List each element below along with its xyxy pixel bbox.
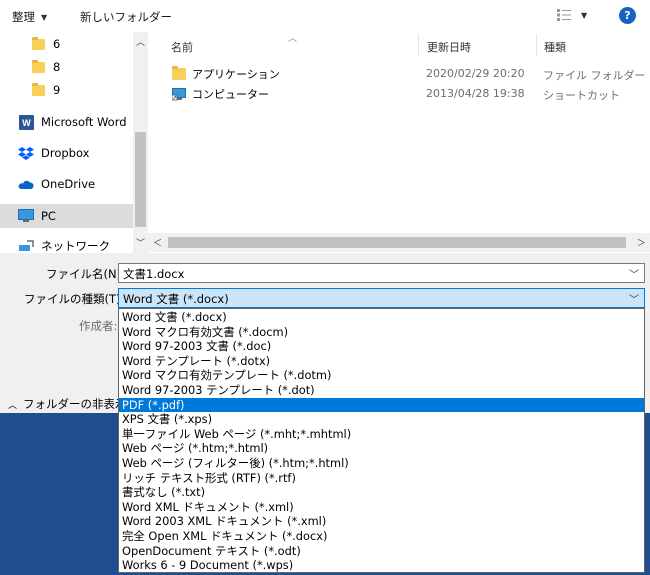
filetype-dropdown-list[interactable]: Word 文書 (*.docx) Word マクロ有効文書 (*.docm) Wor…: [118, 308, 645, 573]
scroll-down-icon[interactable]: ﹀: [136, 236, 145, 249]
hide-folders-label: フォルダーの非表示: [23, 397, 127, 411]
file-row-applications[interactable]: アプリケーション 2020/02/29 20:20 ファイル フォルダー: [148, 62, 650, 82]
filetype-option[interactable]: 完全 Open XML ドキュメント (*.docx): [119, 529, 644, 544]
column-header-name[interactable]: 名前: [171, 39, 193, 55]
file-name: アプリケーション: [192, 68, 280, 81]
filetype-option[interactable]: Word XML ドキュメント (*.xml): [119, 500, 644, 515]
filetype-option[interactable]: OpenDocument テキスト (*.odt): [119, 544, 644, 559]
nav-item-6[interactable]: 6: [0, 32, 133, 56]
nav-item-label: OneDrive: [41, 177, 96, 191]
filename-value: 文書1.docx: [123, 267, 185, 281]
folder-icon: [30, 59, 46, 75]
help-button[interactable]: ?: [619, 7, 636, 24]
cloud-icon: [18, 176, 34, 192]
author-label: 作成者:: [79, 319, 118, 333]
file-date: 2020/02/29 20:20: [426, 67, 525, 80]
chevron-down-icon[interactable]: ﹀: [629, 291, 639, 306]
folder-icon: [30, 82, 46, 98]
shortcut-icon: [172, 87, 186, 101]
filetype-option[interactable]: Word 97-2003 テンプレート (*.dot): [119, 383, 644, 398]
column-header-type[interactable]: 種類: [544, 39, 566, 55]
file-name-cell: アプリケーション: [172, 66, 280, 82]
scroll-up-icon[interactable]: ︿: [136, 35, 145, 48]
help-label: ?: [624, 9, 631, 22]
nav-item-microsoft-word[interactable]: W Microsoft Word: [0, 110, 133, 134]
filetype-option[interactable]: Web ページ (*.htm;*.html): [119, 441, 644, 456]
column-header-date[interactable]: 更新日時: [427, 39, 471, 55]
chevron-up-icon: ︿: [8, 400, 18, 411]
nav-item-9[interactable]: 9: [0, 78, 133, 102]
caret-down-icon: ▼: [581, 10, 588, 20]
nav-item-onedrive[interactable]: OneDrive: [0, 172, 133, 196]
nav-item-8[interactable]: 8: [0, 55, 133, 79]
column-divider[interactable]: [536, 34, 537, 56]
pc-icon: [18, 208, 34, 224]
file-name: コンピューター: [192, 88, 269, 101]
filetype-option[interactable]: XPS 文書 (*.xps): [119, 412, 644, 427]
horizontal-scrollbar[interactable]: ＜ ＞: [148, 233, 650, 252]
nav-item-label: 8: [53, 60, 61, 74]
filetype-option[interactable]: 書式なし (*.txt): [119, 485, 644, 500]
nav-item-label: PC: [41, 209, 56, 223]
file-date: 2013/04/28 19:38: [426, 87, 525, 100]
filetype-option[interactable]: Web ページ (フィルター後) (*.htm;*.html): [119, 456, 644, 471]
file-type: ファイル フォルダー: [543, 69, 646, 82]
network-icon: [18, 238, 34, 253]
nav-item-label: ネットワーク: [41, 239, 110, 253]
chevron-down-icon[interactable]: ﹀: [629, 266, 639, 281]
nav-item-dropbox[interactable]: Dropbox: [0, 141, 133, 165]
filetype-option[interactable]: Word テンプレート (*.dotx): [119, 354, 644, 369]
nav-item-network[interactable]: ネットワーク: [0, 234, 133, 253]
file-list[interactable]: 名前 ︿ 更新日時 種類 アプリケーション 2020/02/29 20:20 フ…: [148, 32, 650, 253]
navigation-pane[interactable]: 6 8 9 W Microsoft Word Dropbox OneDrive …: [0, 32, 148, 253]
filetype-option[interactable]: 単一ファイル Web ページ (*.mht;*.mhtml): [119, 427, 644, 442]
filetype-option[interactable]: PDF (*.pdf): [119, 397, 644, 413]
details-view-icon: [557, 9, 571, 21]
filetype-option[interactable]: Word 97-2003 文書 (*.doc): [119, 339, 644, 354]
folder-icon: [172, 66, 186, 80]
nav-item-label: Microsoft Word: [41, 115, 127, 129]
column-divider[interactable]: [418, 34, 419, 56]
horizontal-scroll-thumb[interactable]: [168, 237, 626, 248]
nav-scroll-thumb[interactable]: [135, 132, 146, 227]
filetype-label: ファイルの種類(T):: [24, 292, 125, 306]
nav-item-label: Dropbox: [41, 146, 90, 160]
filetype-value: Word 文書 (*.docx): [123, 292, 229, 306]
filetype-option[interactable]: Word マクロ有効テンプレート (*.dotm): [119, 368, 644, 383]
file-name-cell: コンピューター: [172, 86, 269, 102]
nav-item-label: 9: [53, 83, 61, 97]
organize-button[interactable]: 整理 ▼: [12, 9, 47, 25]
file-type: ショートカット: [543, 89, 620, 102]
svg-text:W: W: [22, 118, 31, 128]
filename-input[interactable]: 文書1.docx ﹀: [118, 263, 645, 283]
new-folder-label: 新しいフォルダー: [80, 10, 172, 24]
scroll-left-icon[interactable]: ＜: [153, 236, 162, 249]
nav-item-label: 6: [53, 37, 61, 51]
nav-item-pc[interactable]: PC: [0, 204, 133, 228]
dropbox-icon: [18, 145, 34, 161]
filename-label: ファイル名(N):: [46, 267, 125, 281]
filetype-select[interactable]: Word 文書 (*.docx) ﹀: [118, 288, 645, 308]
new-folder-button[interactable]: 新しいフォルダー: [80, 9, 172, 25]
filetype-option[interactable]: Word マクロ有効文書 (*.docm): [119, 325, 644, 340]
folder-icon: [30, 36, 46, 52]
filetype-option[interactable]: Word 文書 (*.docx): [119, 310, 644, 325]
word-icon: W: [18, 114, 34, 130]
organize-label: 整理: [12, 10, 35, 24]
filetype-option[interactable]: Works 6 - 9 Document (*.wps): [119, 558, 644, 573]
file-row-computer[interactable]: コンピューター 2013/04/28 19:38 ショートカット: [148, 82, 650, 102]
nav-scrollbar[interactable]: ︿ ﹀: [133, 32, 148, 253]
scroll-right-icon[interactable]: ＞: [637, 236, 646, 249]
hide-folders-button[interactable]: ︿ フォルダーの非表示: [8, 396, 127, 412]
sort-ascending-icon: ︿: [288, 34, 298, 44]
filetype-option[interactable]: リッチ テキスト形式 (RTF) (*.rtf): [119, 471, 644, 486]
filetype-option[interactable]: Word 2003 XML ドキュメント (*.xml): [119, 514, 644, 529]
caret-down-icon: ▼: [41, 12, 48, 22]
view-options-button[interactable]: ▼: [556, 8, 587, 22]
toolbar: 整理 ▼ 新しいフォルダー ▼ ?: [0, 0, 650, 32]
